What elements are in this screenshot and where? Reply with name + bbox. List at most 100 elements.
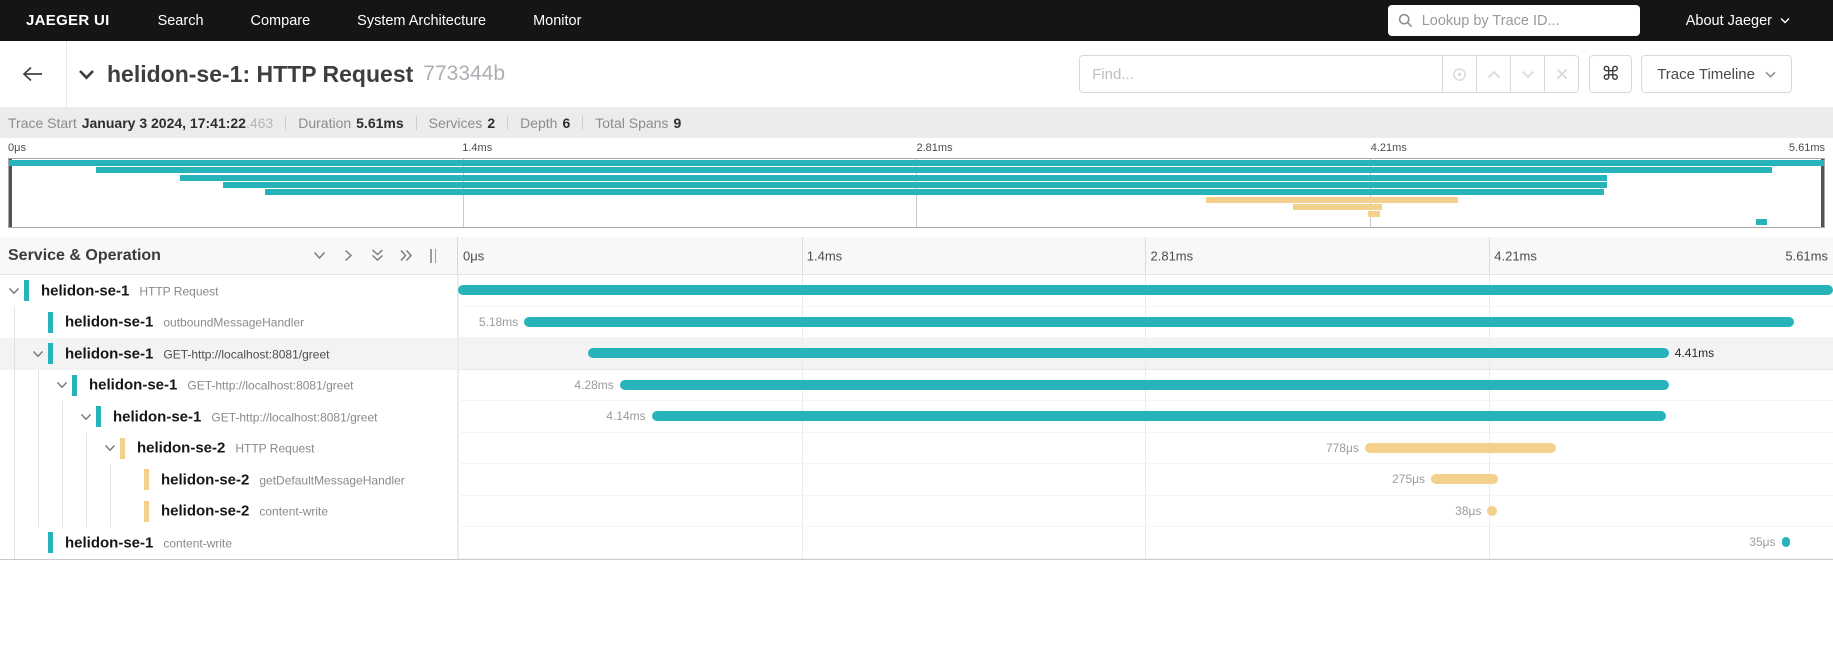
about-jaeger-label: About Jaeger [1685, 12, 1772, 29]
axis-tick: 4.21ms [1370, 142, 1407, 154]
table-bottom-divider [0, 558, 1833, 560]
next-match-button[interactable] [1511, 55, 1546, 93]
operation-name: content-write [259, 504, 329, 519]
span-name-cell[interactable]: helidon-se-1 content-write [0, 527, 458, 559]
service-color-chip [72, 374, 77, 396]
tree-guide-line [86, 495, 87, 527]
collapse-all-icon[interactable] [370, 248, 385, 263]
tree-guide-line [14, 495, 15, 527]
span-duration-bar[interactable] [619, 379, 1669, 390]
duration-value: 5.61ms [356, 114, 404, 131]
search-icon [1398, 13, 1413, 28]
span-timeline-cell[interactable] [458, 275, 1833, 307]
minimap-span-bar [1206, 196, 1458, 203]
span-timeline-cell[interactable]: 5.18ms [458, 306, 1833, 338]
range-scrubber-left[interactable] [9, 159, 12, 227]
span-duration-bar[interactable] [1364, 442, 1556, 453]
span-toggle-icon[interactable] [104, 444, 116, 452]
span-name-cell[interactable]: helidon-se-2 getDefaultMessageHandler [0, 464, 458, 496]
span-duration-bar[interactable] [1431, 474, 1499, 485]
service-operation-title: Service & Operation [8, 246, 161, 264]
prev-match-button[interactable] [1477, 55, 1512, 93]
span-toggle-icon[interactable] [8, 287, 20, 295]
span-timeline-cell[interactable]: 778μs [458, 432, 1833, 464]
service-name: helidon-se-1 [65, 345, 154, 363]
nav-item-compare[interactable]: Compare [251, 13, 311, 29]
tree-guide-line [14, 527, 15, 559]
axis-tick: 0μs [8, 142, 26, 154]
minimap-chart[interactable] [8, 158, 1825, 228]
span-duration-bar[interactable] [1487, 505, 1497, 516]
span-name-cell[interactable]: helidon-se-2 HTTP Request [0, 432, 458, 464]
minimap-span-bar [222, 181, 1608, 188]
total-spans-value: 9 [673, 114, 682, 131]
jaeger-logo[interactable]: JAEGER UI [26, 12, 110, 29]
span-duration-bar[interactable] [587, 348, 1669, 359]
total-spans-label: Total Spans [595, 114, 669, 131]
trace-header-controls: ⌘ Trace Timeline [1079, 55, 1792, 93]
tree-guide-line [62, 432, 63, 464]
minimap-span-bar [1367, 211, 1381, 218]
trace-lookup-box[interactable] [1387, 5, 1640, 36]
expand-all-icon[interactable] [399, 248, 414, 263]
nav-item-monitor[interactable]: Monitor [533, 13, 581, 29]
span-row: helidon-se-1 GET-http://localhost:8081/gr… [0, 338, 1833, 370]
nav-menu: Search Compare System Architecture Monitor [158, 13, 582, 29]
tree-guide-line [62, 464, 63, 496]
span-duration-bar[interactable] [1781, 537, 1791, 548]
span-timeline-cell[interactable]: 38μs [458, 495, 1833, 527]
span-name-cell[interactable]: helidon-se-1 GET-http://localhost:8081/gr… [0, 401, 458, 433]
span-name-cell[interactable]: helidon-se-1 GET-http://localhost:8081/gr… [0, 369, 458, 401]
span-name-label: helidon-se-1 GET-http://localhost:8081/gr… [65, 345, 329, 362]
operation-name: HTTP Request [139, 284, 219, 299]
focus-match-button[interactable] [1443, 55, 1478, 93]
nav-item-search[interactable]: Search [158, 13, 204, 29]
span-toggle-icon[interactable] [80, 413, 92, 421]
span-duration-bar[interactable] [524, 316, 1794, 327]
span-timeline-cell[interactable]: 4.28ms [458, 369, 1833, 401]
span-duration-label: 35μs [1749, 535, 1776, 550]
tree-guide-line [14, 401, 15, 433]
expand-one-icon[interactable] [341, 248, 356, 263]
column-resizer[interactable] [430, 249, 436, 263]
divider [415, 115, 417, 130]
trace-lookup-input[interactable] [1419, 11, 1630, 30]
trace-start-fraction: .463 [245, 114, 274, 131]
operation-name: GET-http://localhost:8081/greet [163, 347, 330, 362]
trace-view-selector[interactable]: Trace Timeline [1641, 55, 1792, 93]
span-timeline-cell[interactable]: 275μs [458, 464, 1833, 496]
span-duration-bar[interactable] [458, 285, 1833, 296]
span-timeline-cell[interactable]: 4.41ms [458, 338, 1833, 370]
operation-name: content-write [163, 536, 233, 551]
clear-find-button[interactable] [1545, 55, 1580, 93]
span-toggle-icon[interactable] [32, 350, 44, 358]
back-button[interactable] [0, 41, 67, 107]
span-name-cell[interactable]: helidon-se-1 HTTP Request [0, 275, 458, 307]
service-color-chip [48, 311, 53, 333]
span-name-cell[interactable]: helidon-se-2 content-write [0, 495, 458, 527]
span-name-label: helidon-se-1 GET-http://localhost:8081/gr… [89, 377, 353, 394]
find-input[interactable] [1079, 55, 1444, 93]
span-name-cell[interactable]: helidon-se-1 GET-http://localhost:8081/gr… [0, 338, 458, 370]
operation-name: GET-http://localhost:8081/greet [211, 410, 378, 425]
operation-name: GET-http://localhost:8081/greet [187, 378, 354, 393]
about-jaeger-menu[interactable]: About Jaeger [1686, 13, 1790, 29]
range-scrubber-right[interactable] [1821, 159, 1824, 227]
tree-guide-line [110, 464, 111, 496]
top-nav: JAEGER UI Search Compare System Architectu… [0, 0, 1833, 41]
keyboard-shortcuts-button[interactable]: ⌘ [1589, 55, 1633, 93]
span-toggle-icon[interactable] [56, 381, 68, 389]
collapse-one-icon[interactable] [312, 248, 327, 263]
collapse-trace-header-icon[interactable] [78, 69, 95, 80]
span-timeline-cell[interactable]: 35μs [458, 527, 1833, 559]
span-duration-bar[interactable] [651, 411, 1667, 422]
axis-tick: 5.61ms [1785, 248, 1828, 263]
axis-tick: 1.4ms [806, 248, 843, 263]
axis-tick: 2.81ms [1150, 248, 1194, 263]
span-name-cell[interactable]: helidon-se-1 outboundMessageHandler [0, 306, 458, 338]
nav-item-system-architecture[interactable]: System Architecture [357, 13, 486, 29]
span-row: helidon-se-2 HTTP Request 778μs [0, 432, 1833, 464]
span-duration-label: 38μs [1455, 503, 1482, 518]
axis-tick: 0μs [463, 248, 485, 263]
span-timeline-cell[interactable]: 4.14ms [458, 401, 1833, 433]
